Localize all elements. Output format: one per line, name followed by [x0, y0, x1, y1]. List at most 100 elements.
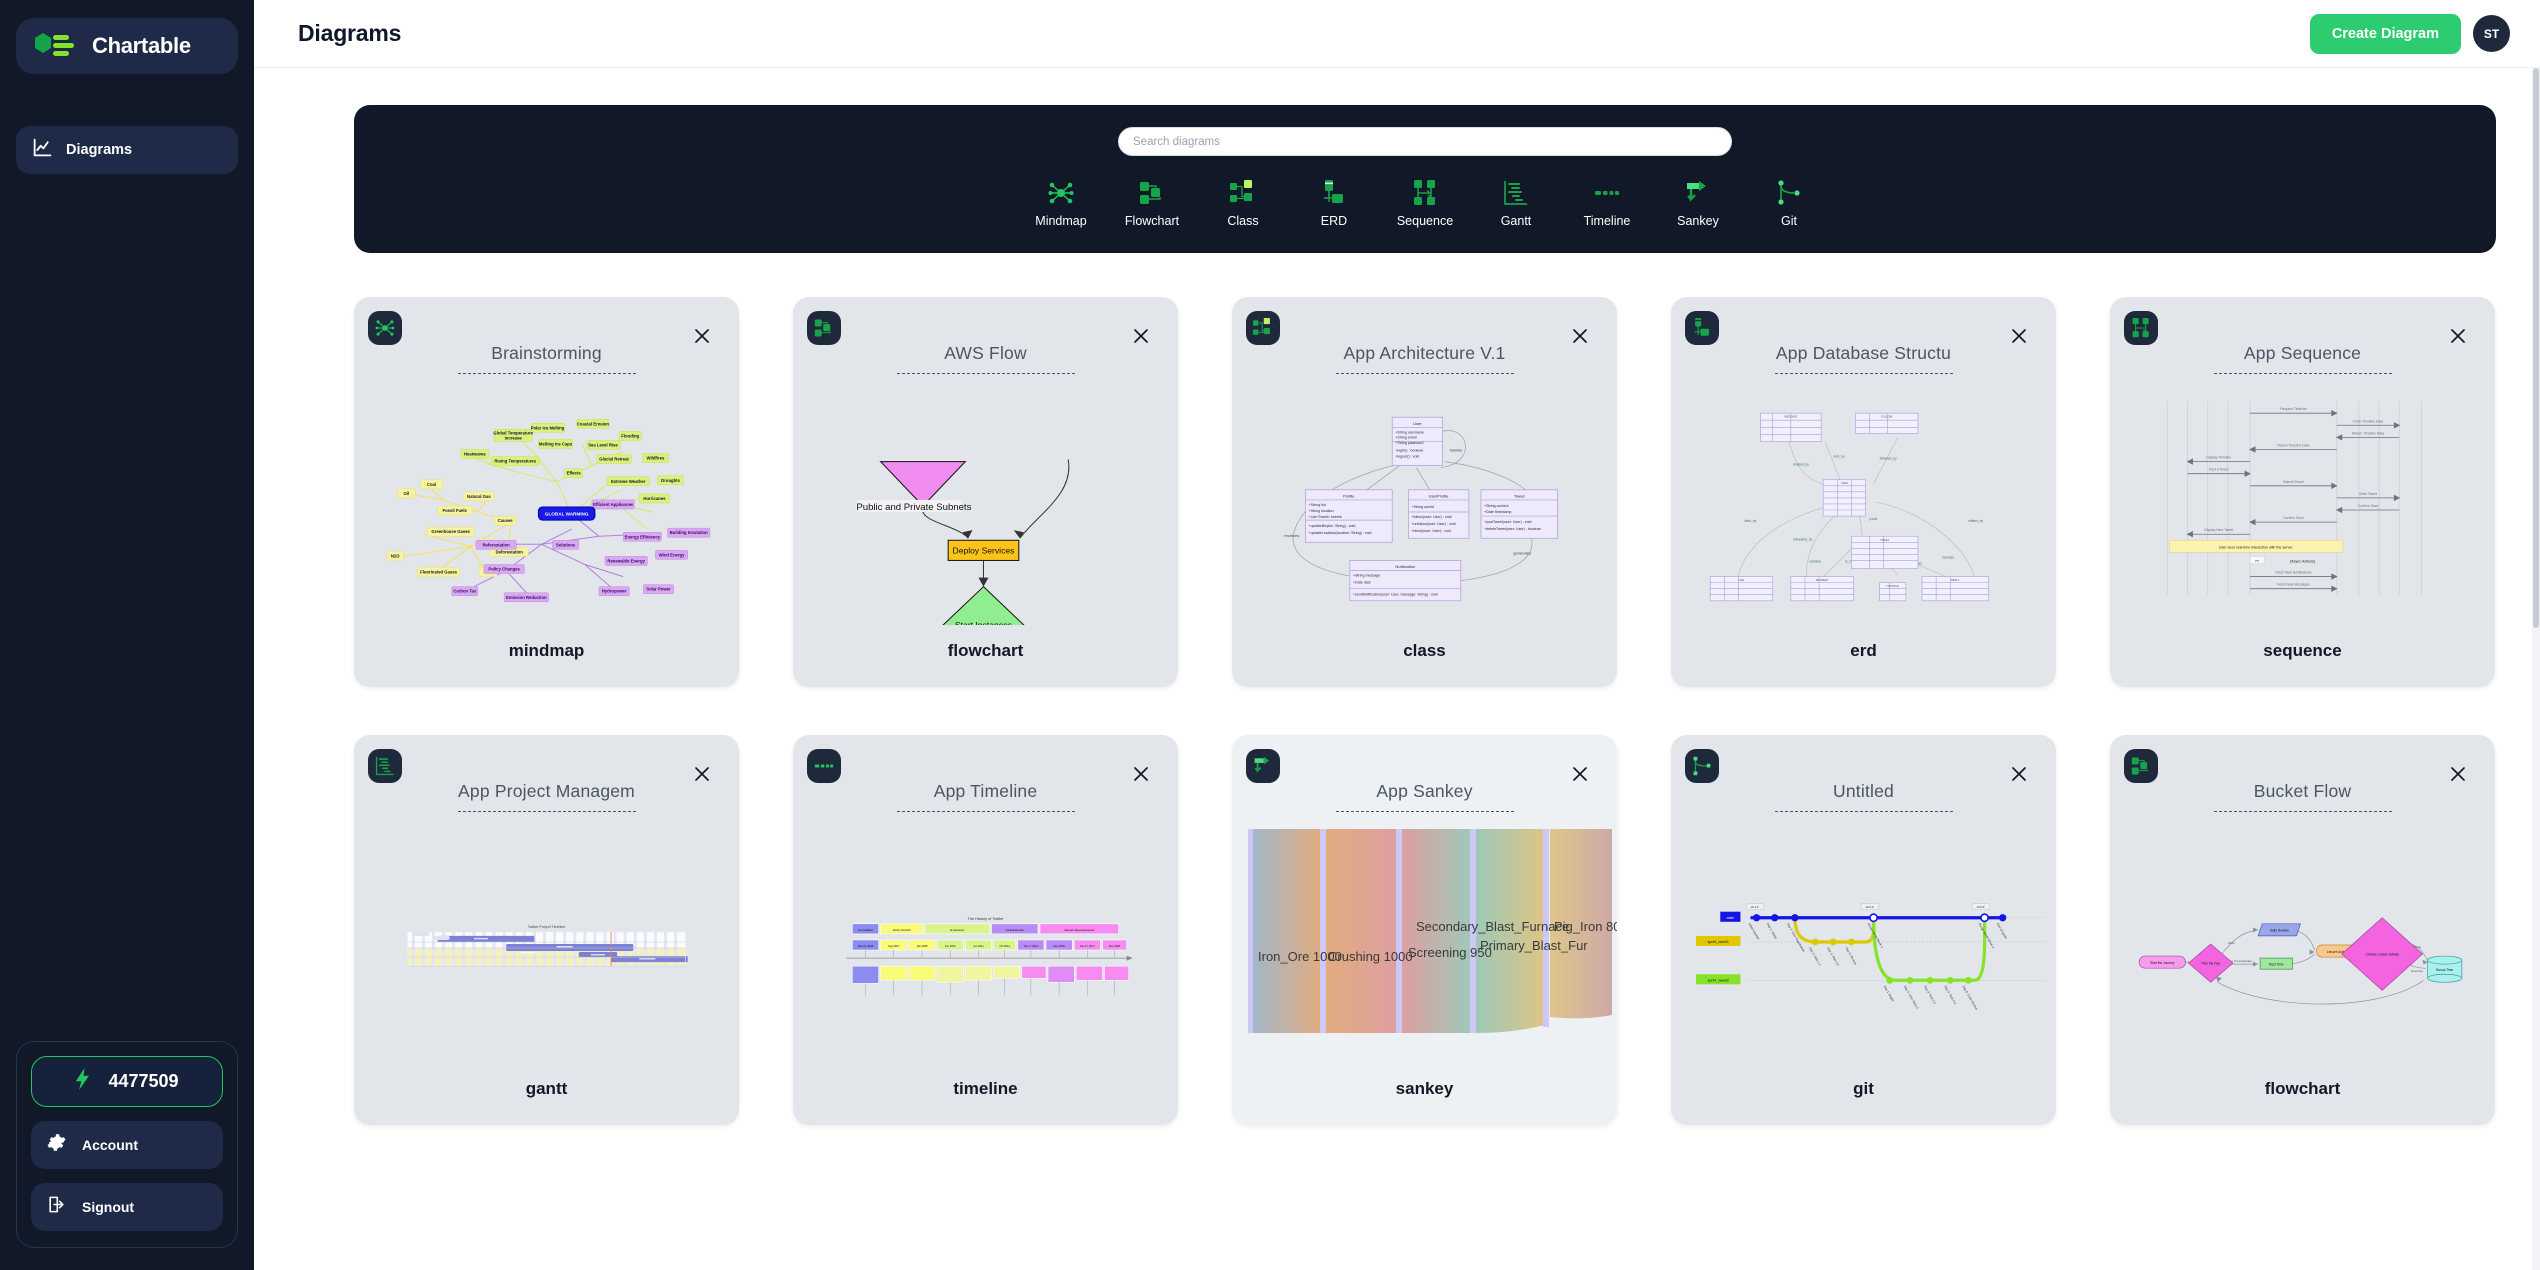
lightning-bolt-icon	[75, 1068, 92, 1095]
diagram-type-class[interactable]: Class	[1198, 180, 1289, 228]
svg-text:+updateBio(bio: String) : void: +updateBio(bio: String) : void	[1309, 524, 1356, 528]
diagram-preview-sequence: Request Timeline Fetch Timeline Data Ret…	[2120, 393, 2485, 625]
svg-text:Deploy Services: Deploy Services	[953, 545, 1015, 555]
svg-text:Day 4: Task 1.2: Day 4: Task 1.2	[1826, 947, 1840, 967]
svg-text:User sees real-time interactio: User sees real-time interaction with the…	[2219, 545, 2294, 549]
sequence-icon	[1412, 180, 1438, 206]
account-label: Account	[82, 1137, 138, 1153]
svg-text:Droughts: Droughts	[661, 478, 680, 483]
brand-name: Chartable	[92, 33, 191, 58]
account-button[interactable]: Account	[31, 1121, 223, 1169]
svg-text:HASHTAG: HASHTAG	[1887, 584, 1899, 588]
signout-button[interactable]: Signout	[31, 1183, 223, 1231]
title-divider	[1335, 373, 1514, 374]
vertical-scrollbar[interactable]	[2532, 68, 2540, 1270]
svg-text:Fetch Timeline Data: Fetch Timeline Data	[2353, 419, 2383, 423]
diagram-preview-timeline: The History of Twitter Foundation Early …	[803, 831, 1168, 1063]
credits-badge[interactable]: 4477509	[31, 1056, 223, 1107]
create-diagram-button[interactable]: Create Diagram	[2309, 13, 2461, 54]
svg-text:[Async Actions]: [Async Actions]	[2290, 559, 2315, 563]
svg-text:Causes: Causes	[498, 518, 514, 523]
svg-text:Fluorinated Gases: Fluorinated Gases	[420, 570, 457, 575]
gantt-icon	[1503, 180, 1529, 206]
diagram-card[interactable]: Untitled main sprint_week1 sprint_week2 …	[1671, 735, 2056, 1125]
svg-text:Daily Routine: Daily Routine	[2270, 928, 2289, 932]
diagram-type-label: ERD	[1320, 214, 1348, 228]
svg-text:Initial Commit: Initial Commit	[1748, 922, 1761, 940]
diagram-card[interactable]: Brainstorming Coal Oil Natural Gas Fossi…	[354, 297, 739, 687]
svg-text:Profile: Profile	[1343, 493, 1355, 498]
svg-text:Plan the Day: Plan the Day	[2201, 962, 2220, 966]
svg-text:+unfollow(user: User) : void: +unfollow(user: User) : void	[1411, 522, 1455, 526]
title-divider	[457, 811, 636, 812]
svg-text:Fossil Fuels: Fossil Fuels	[443, 508, 468, 513]
svg-text:.: .	[621, 968, 622, 971]
svg-text:Nov 7, 2013: Nov 7, 2013	[1024, 944, 1039, 948]
diagram-card[interactable]: Bucket Flow Work Meal, Procrastinate Rel…	[2110, 735, 2495, 1125]
svg-text:+String content: +String content	[1484, 504, 1509, 508]
svg-text:sprint_week2: sprint_week2	[1708, 978, 1729, 982]
svg-text:includes: includes	[1942, 555, 1954, 559]
template-picker-panel: Mindmap Flowchart	[354, 105, 2496, 253]
svg-text:USER: USER	[1841, 481, 1848, 485]
diagram-card[interactable]: AWS Flow Public and Private Subnets Depl…	[793, 297, 1178, 687]
diagram-type-erd[interactable]: ERD	[1289, 180, 1380, 228]
svg-text:+String password: +String password	[1395, 441, 1423, 445]
diagram-card[interactable]: App Project Managem Twitter Project Time…	[354, 735, 739, 1125]
diagram-preview-sankey: Iron_Ore 1000 Crushing 1000 Screening 95…	[1232, 827, 1617, 1085]
scrollbar-thumb[interactable]	[2533, 68, 2539, 628]
card-type-label: git	[1853, 1079, 1874, 1098]
brand-logo[interactable]: Chartable	[16, 18, 238, 74]
svg-text:Rising Temperatures: Rising Temperatures	[494, 459, 536, 464]
diagram-type-label: Flowchart	[1124, 214, 1180, 228]
svg-text:+List<Tweet> tweets: +List<Tweet> tweets	[1309, 515, 1342, 519]
sidebar-item-diagrams[interactable]: Diagrams	[16, 126, 238, 174]
svg-text:Nov 2015: Nov 2015	[1054, 944, 1066, 948]
diagram-type-gantt[interactable]: Gantt	[1471, 180, 1562, 228]
svg-text:v0.3.0: v0.3.0	[1977, 905, 1985, 909]
svg-text:+String userId: +String userId	[1411, 505, 1434, 509]
svg-text:Solar Power: Solar Power	[646, 587, 671, 592]
svg-text:The History of Twitter: The History of Twitter	[967, 917, 1004, 921]
signout-label: Signout	[82, 1199, 135, 1215]
svg-text:Work: Work	[2228, 941, 2235, 945]
diagram-type-timeline[interactable]: Timeline	[1562, 180, 1653, 228]
diagram-type-sankey[interactable]: Sankey	[1653, 180, 1744, 228]
svg-text:+sendNotification(user: User,: +sendNotification(user: User, message: S…	[1353, 593, 1438, 597]
svg-text:+postTweet(user: User) : void: +postTweet(user: User) : void	[1484, 520, 1531, 524]
svg-text:Mar 21, 2006: Mar 21, 2006	[858, 944, 874, 948]
diagram-card[interactable]: App Architecture V.1 followsowns mana	[1232, 297, 1617, 687]
diagram-type-git[interactable]: Git	[1744, 180, 1835, 228]
card-title: Untitled	[1833, 781, 1894, 801]
svg-text:Day 1: Bugfix: Day 1: Bugfix	[1883, 985, 1896, 1003]
card-type-label: flowchart	[947, 641, 1024, 660]
svg-text:Primary_Blast_Fur: Primary_Blast_Fur	[1480, 938, 1588, 953]
search-input[interactable]	[1118, 127, 1732, 156]
svg-text:+String email: +String email	[1395, 435, 1416, 439]
svg-text:Notification: Notification	[1395, 564, 1415, 569]
svg-text:Return Timeline Data: Return Timeline Data	[2277, 443, 2309, 447]
svg-text:+String message: +String message	[1353, 574, 1380, 578]
svg-text:Effects: Effects	[567, 471, 582, 476]
app-root: Chartable Diagrams 4477509 Account Signo…	[0, 0, 2540, 1270]
diagram-type-sequence[interactable]: Sequence	[1380, 180, 1471, 228]
svg-text:Hurricanes: Hurricanes	[643, 496, 666, 501]
svg-text:Save Tweet: Save Tweet	[2359, 492, 2377, 496]
diagram-card[interactable]: App Sequence Request Timeline Fetch Time…	[2110, 297, 2495, 687]
chart-line-icon	[32, 137, 53, 163]
diagram-card[interactable]: App Timeline The History of Twitter Foun…	[793, 735, 1178, 1125]
svg-text:Renewable Energy: Renewable Energy	[607, 558, 645, 563]
svg-text:MESSAGE: MESSAGE	[1784, 415, 1797, 419]
signout-icon	[47, 1195, 66, 1219]
diagram-type-flowchart[interactable]: Flowchart	[1107, 180, 1198, 228]
diagram-card[interactable]: App Sankey Iron_Ore 1000 Crushing 1000 S…	[1232, 735, 1617, 1125]
diagram-type-mindmap[interactable]: Mindmap	[1016, 180, 1107, 228]
diagram-card[interactable]: App Database Structu created_by sent_by …	[1671, 297, 2056, 687]
svg-text:Start Instances: Start Instances	[955, 620, 1012, 625]
erd-icon	[1321, 180, 1347, 206]
main-area: Diagrams Create Diagram ST Search diagra…	[254, 0, 2540, 1270]
mindmap-icon	[368, 311, 402, 345]
search-row	[354, 127, 2496, 156]
avatar[interactable]: ST	[2473, 15, 2510, 52]
svg-text:Day 3: Task 2.1: Day 3: Task 2.1	[1923, 985, 1937, 1005]
